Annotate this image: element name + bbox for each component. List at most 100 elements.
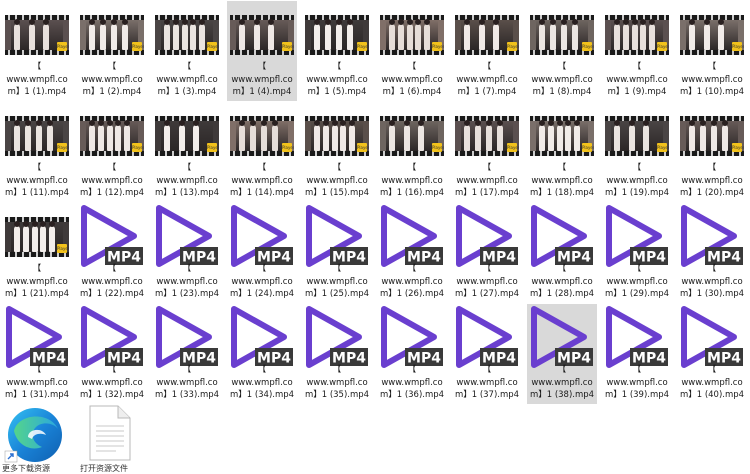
file-item[interactable]: MP4 【www.wmpfl.co m】1 (30).mp4 — [677, 203, 747, 303]
text-document-icon — [89, 405, 131, 461]
file-item[interactable]: MP4 【www.wmpfl.co m】1 (34).mp4 — [227, 304, 297, 404]
thumbnail-figure-head — [239, 120, 245, 126]
file-name-line1: www.wmpfl.co — [606, 74, 668, 85]
thumbnail-figure — [43, 24, 50, 50]
file-item[interactable]: Player 【 www.wmpfl.co m】1 (5).mp4 — [302, 1, 372, 101]
thumbnail-figure — [100, 24, 106, 50]
file-item[interactable]: MP4 【www.wmpfl.co m】1 (25).mp4 — [302, 203, 372, 303]
file-name-line1: www.wmpfl.co — [681, 74, 743, 85]
file-name-bracket: 【 — [632, 365, 642, 375]
file-item[interactable]: MP4 【www.wmpfl.co m】1 (37).mp4 — [452, 304, 522, 404]
file-item[interactable]: Player 【 www.wmpfl.co m】1 (2).mp4 — [77, 1, 147, 101]
file-name-line2: m】1 (2).mp4 — [82, 87, 142, 97]
file-item[interactable]: Player 【 www.wmpfl.co m】1 (1).mp4 — [2, 1, 72, 101]
thumbnail-figure-head — [418, 120, 425, 126]
file-item[interactable]: Player 【 www.wmpfl.co m】1 (11).mp4 — [2, 102, 72, 202]
file-name-line2: m】1 (38).mp4 — [529, 390, 595, 400]
thumbnail-figure-head — [14, 120, 20, 126]
file-item[interactable]: MP4 【www.wmpfl.co m】1 (27).mp4 — [452, 203, 522, 303]
file-item[interactable]: Player 【 www.wmpfl.co m】1 (3).mp4 — [152, 1, 222, 101]
file-name-line2: m】1 (29).mp4 — [604, 289, 670, 299]
file-item[interactable]: MP4 【www.wmpfl.co m】1 (29).mp4 — [602, 203, 672, 303]
file-item[interactable]: MP4 【www.wmpfl.co m】1 (22).mp4 — [77, 203, 147, 303]
file-name-label: 【 www.wmpfl.co m】1 (37).mp4 — [452, 364, 522, 402]
video-thumbnail: Player — [5, 217, 69, 257]
file-item[interactable]: MP4 【www.wmpfl.co m】1 (36).mp4 — [377, 304, 447, 404]
file-item[interactable]: Player 【 www.wmpfl.co m】1 (4).mp4 — [227, 1, 297, 101]
file-item[interactable]: MP4 【www.wmpfl.co m】1 (28).mp4 — [527, 203, 597, 303]
thumbnail-figure — [22, 226, 29, 252]
file-name-line1: www.wmpfl.co — [156, 175, 218, 186]
thumbnail-figure-head — [178, 120, 185, 126]
thumbnail-figure-head — [239, 19, 245, 25]
file-item[interactable]: Player 【 www.wmpfl.co m】1 (16).mp4 — [377, 102, 447, 202]
file-item[interactable]: Player 【 www.wmpfl.co m】1 (14).mp4 — [227, 102, 297, 202]
file-name-bracket: 【 — [107, 62, 117, 72]
file-item[interactable]: MP4 【www.wmpfl.co m】1 (31).mp4 — [2, 304, 72, 404]
file-name-line1: www.wmpfl.co — [156, 74, 218, 85]
thumbnail-figure — [14, 226, 20, 252]
file-item[interactable]: Player 【 www.wmpfl.co m】1 (10).mp4 — [677, 1, 747, 101]
player-badge-icon: Player — [207, 143, 219, 152]
file-name-bracket: 【 — [107, 365, 117, 375]
player-badge-icon: Player — [282, 42, 294, 51]
file-item[interactable]: Player 【 www.wmpfl.co m】1 (18).mp4 — [527, 102, 597, 202]
player-badge-icon: Player — [57, 143, 69, 152]
file-item[interactable]: Player 【 www.wmpfl.co m】1 (6).mp4 — [377, 1, 447, 101]
file-name-line1: www.wmpfl.co — [456, 74, 518, 85]
file-item[interactable]: Player 【 www.wmpfl.co m】1 (13).mp4 — [152, 102, 222, 202]
file-name-label: 【 www.wmpfl.co m】1 (18).mp4 — [527, 162, 597, 200]
thumbnail-figure — [475, 125, 481, 151]
file-item[interactable]: MP4 【www.wmpfl.co m】1 (32).mp4 — [77, 304, 147, 404]
player-badge-icon: Player — [732, 143, 744, 152]
file-name-label: 【 www.wmpfl.co m】1 (31).mp4 — [2, 364, 72, 402]
file-name-line1: www.wmpfl.co — [81, 175, 143, 186]
file-item[interactable]: MP4 【www.wmpfl.co m】1 (35).mp4 — [302, 304, 372, 404]
file-item[interactable]: MP4 【www.wmpfl.co m】1 (40).mp4 — [677, 304, 747, 404]
thumbnail-frame — [611, 120, 663, 151]
file-item[interactable]: Player 【 www.wmpfl.co m】1 (15).mp4 — [302, 102, 372, 202]
thumbnail-figure — [250, 125, 256, 151]
file-item[interactable]: Player 【 www.wmpfl.co m】1 (12).mp4 — [77, 102, 147, 202]
file-name-bracket: 【 — [707, 163, 717, 173]
file-name-label: 【 www.wmpfl.co m】1 (40).mp4 — [677, 364, 747, 402]
file-item[interactable]: Player 【 www.wmpfl.co m】1 (8).mp4 — [527, 1, 597, 101]
file-item[interactable]: MP4 【www.wmpfl.co m】1 (23).mp4 — [152, 203, 222, 303]
file-item[interactable]: Player 【 www.wmpfl.co m】1 (9).mp4 — [602, 1, 672, 101]
thumbnail-frame — [611, 19, 663, 50]
file-item[interactable]: MP4 【www.wmpfl.co m】1 (38).mp4 — [527, 304, 597, 404]
text-document-file[interactable] — [86, 404, 134, 462]
thumbnail-figure — [31, 226, 38, 252]
file-name-label: 【 www.wmpfl.co m】1 (19).mp4 — [602, 162, 672, 200]
thumbnail-frame — [386, 19, 438, 50]
file-item[interactable]: Player 【 www.wmpfl.co m】1 (20).mp4 — [677, 102, 747, 202]
edge-browser-shortcut[interactable] — [2, 403, 66, 463]
thumbnail-figure — [124, 125, 131, 151]
file-item[interactable]: Player 【 www.wmpfl.co m】1 (19).mp4 — [602, 102, 672, 202]
thumbnail-figure-head — [43, 19, 50, 25]
file-item[interactable]: Player 【 www.wmpfl.co m】1 (17).mp4 — [452, 102, 522, 202]
file-name-line2: m】1 (4).mp4 — [232, 87, 292, 97]
file-name-line1: www.wmpfl.co — [381, 377, 443, 388]
file-name-label: 【 www.wmpfl.co m】1 (39).mp4 — [602, 364, 672, 402]
file-item[interactable]: MP4 【www.wmpfl.co m】1 (26).mp4 — [377, 203, 447, 303]
video-thumbnail: Player — [605, 116, 669, 156]
thumbnail-figure — [349, 125, 356, 151]
file-name-line1: www.wmpfl.co — [456, 276, 518, 287]
file-name-bracket: 【 — [482, 264, 492, 274]
file-item[interactable]: Player 【 www.wmpfl.co m】1 (21).mp4 — [2, 203, 72, 303]
thumbnail-figure — [49, 226, 56, 252]
file-name-bracket: 【 — [407, 163, 417, 173]
file-item[interactable]: Player 【 www.wmpfl.co m】1 (7).mp4 — [452, 1, 522, 101]
file-item[interactable]: MP4 【www.wmpfl.co m】1 (24).mp4 — [227, 203, 297, 303]
thumbnail-figure — [539, 125, 545, 151]
player-badge-icon: Player — [357, 42, 369, 51]
file-item[interactable]: MP4 【www.wmpfl.co m】1 (33).mp4 — [152, 304, 222, 404]
file-item[interactable]: MP4 【www.wmpfl.co m】1 (39).mp4 — [602, 304, 672, 404]
thumbnail-figure — [239, 125, 245, 151]
thumbnail-figure — [418, 125, 425, 151]
edge-browser-icon — [4, 408, 62, 463]
thumbnail-figure — [389, 125, 395, 151]
thumbnail-figure — [689, 24, 695, 50]
thumbnail-figure-head — [640, 19, 647, 25]
